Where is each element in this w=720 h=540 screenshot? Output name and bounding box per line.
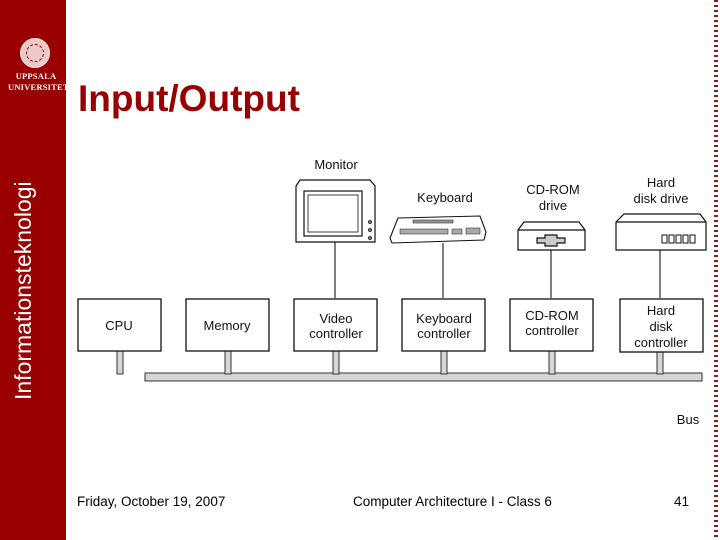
cdrom-drive-icon: [517, 221, 586, 251]
cpu-bus-connector: [116, 350, 124, 375]
memory-label: Memory: [204, 318, 251, 333]
memory-bus-connector: [224, 350, 232, 375]
cdrom-controller-label-line1: CD-ROM: [525, 308, 578, 323]
bus-connectors: [116, 350, 664, 375]
hard-disk-label-line2: disk drive: [634, 191, 689, 206]
keyboard-bus-connector: [440, 350, 448, 375]
page-number: 41: [674, 494, 690, 509]
hard-disk-label-line1: Hard: [647, 175, 675, 190]
footer-date: Friday, October 19, 2007: [77, 494, 226, 509]
bus-label: Bus: [677, 412, 700, 427]
monitor-label: Monitor: [314, 157, 358, 172]
keyboard-controller-label-line2: controller: [417, 326, 471, 341]
cdrom-controller-label-line2: controller: [525, 323, 579, 338]
footer-course: Computer Architecture I - Class 6: [353, 494, 552, 509]
keyboard-label: Keyboard: [417, 190, 473, 205]
hd-controller-label-line1: Hard: [647, 303, 675, 318]
cdrom-bus-connector: [548, 350, 556, 375]
cdrom-drive-label-line2: drive: [539, 198, 567, 213]
hd-controller-label-line2: disk: [649, 319, 673, 334]
keyboard-controller-label-line1: Keyboard: [416, 311, 472, 326]
video-bus-connector: [332, 350, 340, 375]
hd-controller-label-line3: controller: [634, 335, 688, 350]
keyboard-icon: [389, 215, 487, 244]
io-diagram: Monitor Keyboard CD-ROM drive Hard disk …: [77, 157, 707, 427]
video-controller-label-line2: controller: [309, 326, 363, 341]
cpu-label: CPU: [105, 318, 132, 333]
cdrom-drive-label-line1: CD-ROM: [526, 182, 579, 197]
hd-bus-connector: [656, 350, 664, 375]
monitor-icon: [295, 179, 376, 243]
hard-disk-drive-icon: [615, 213, 707, 251]
video-controller-label-line1: Video: [319, 311, 352, 326]
